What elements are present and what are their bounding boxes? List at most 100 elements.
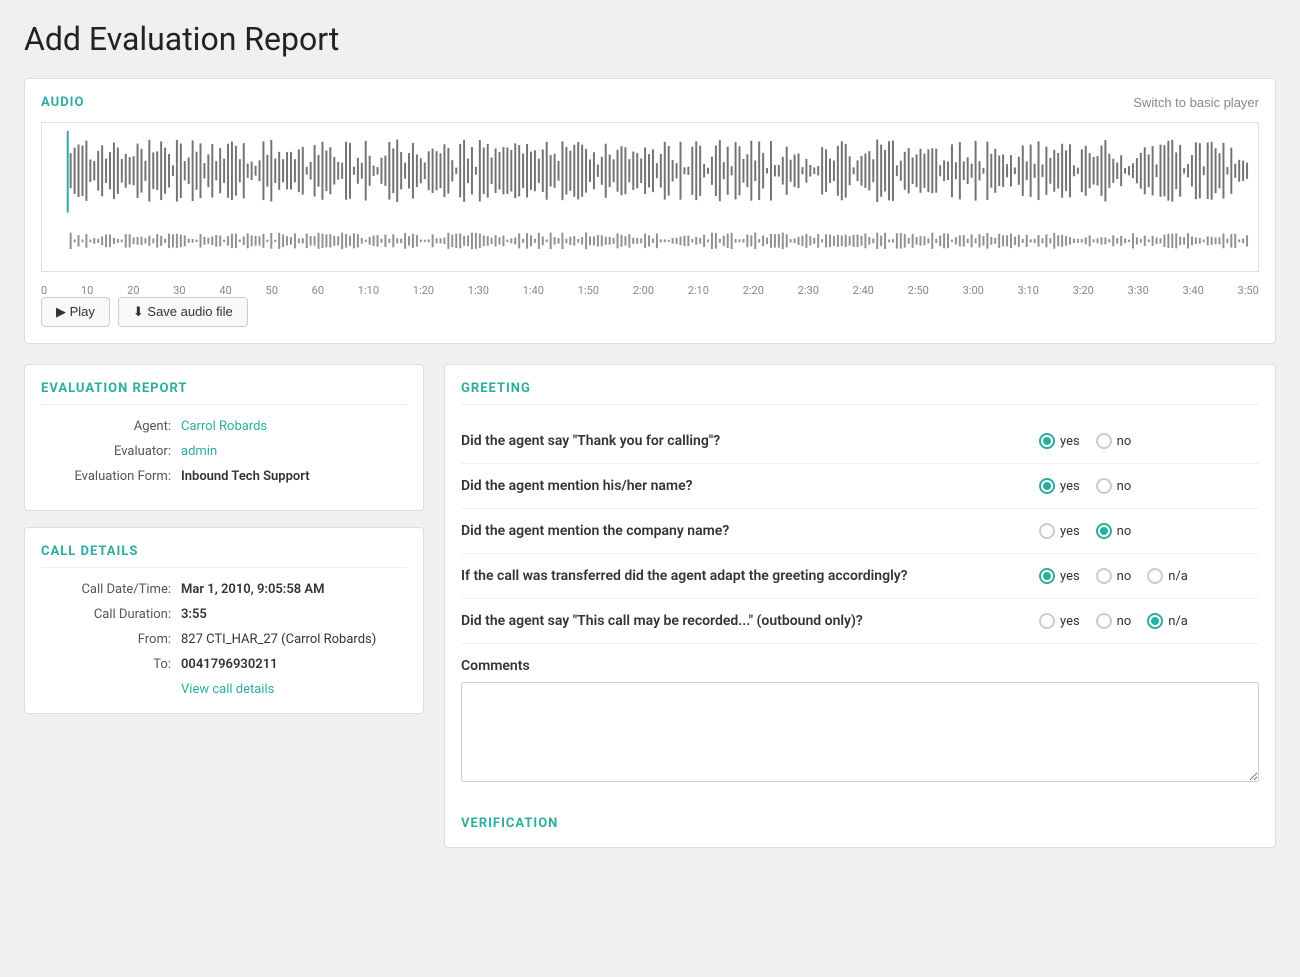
verification-title: VERIFICATION: [461, 816, 1259, 831]
question-row: Did the agent say "Thank you for calling…: [461, 419, 1259, 464]
radio-label: yes: [1060, 434, 1080, 449]
radio-circle: [1096, 568, 1112, 584]
radio-option-yes[interactable]: yes: [1039, 478, 1080, 494]
question-text-1: Did the agent mention his/her name?: [461, 478, 1039, 494]
radio-circle: [1096, 478, 1112, 494]
radio-option-n/a[interactable]: n/a: [1147, 568, 1188, 584]
radio-label: n/a: [1168, 569, 1188, 584]
call-from-value: 827 CTI_HAR_27 (Carrol Robards): [181, 632, 376, 647]
timeline-label: 1:50: [578, 284, 599, 297]
radio-option-yes[interactable]: yes: [1039, 613, 1080, 629]
timeline-label: 3:10: [1018, 284, 1039, 297]
radio-group-0: yes no: [1039, 433, 1259, 449]
call-details-card: CALL DETAILS Call Date/Time: Mar 1, 2010…: [24, 527, 424, 714]
timeline-label: 2:30: [798, 284, 819, 297]
radio-option-yes[interactable]: yes: [1039, 568, 1080, 584]
comments-textarea[interactable]: [461, 682, 1259, 782]
timeline-label: 60: [312, 284, 324, 297]
timeline: 01020304050601:101:201:301:401:502:002:1…: [41, 284, 1259, 297]
greeting-title: GREETING: [461, 381, 1259, 405]
radio-circle: [1039, 433, 1055, 449]
radio-option-no[interactable]: no: [1096, 523, 1132, 539]
question-text-4: Did the agent say "This call may be reco…: [461, 613, 1039, 629]
timeline-label: 20: [127, 284, 139, 297]
timeline-label: 2:20: [743, 284, 764, 297]
audio-section-title: AUDIO: [41, 95, 84, 110]
evaluator-value[interactable]: admin: [181, 444, 217, 459]
call-duration-value: 3:55: [181, 607, 207, 622]
radio-group-4: yes no n/a: [1039, 613, 1259, 629]
evaluation-report-card: EVALUATION REPORT Agent: Carrol Robards …: [24, 364, 424, 511]
radio-circle: [1096, 523, 1112, 539]
timeline-label: 3:00: [963, 284, 984, 297]
question-row: Did the agent mention his/her name? yes no: [461, 464, 1259, 509]
call-date-row: Call Date/Time: Mar 1, 2010, 9:05:58 AM: [41, 582, 407, 597]
from-number: 827 CTI_HAR_27 (: [181, 632, 286, 647]
radio-option-no[interactable]: no: [1096, 568, 1132, 584]
switch-player-button[interactable]: Switch to basic player: [1133, 95, 1259, 110]
right-panel: GREETING Did the agent say "Thank you fo…: [444, 364, 1276, 848]
radio-option-no[interactable]: no: [1096, 433, 1132, 449]
question-text-3: If the call was transferred did the agen…: [461, 568, 1039, 584]
timeline-label: 1:20: [413, 284, 434, 297]
questions-container: Did the agent say "Thank you for calling…: [461, 419, 1259, 644]
question-row: Did the agent mention the company name?y…: [461, 509, 1259, 554]
page-container: Add Evaluation Report AUDIO Switch to ba…: [0, 0, 1300, 868]
radio-option-no[interactable]: no: [1096, 478, 1132, 494]
radio-circle: [1096, 613, 1112, 629]
audio-section: AUDIO Switch to basic player 01020304050…: [24, 78, 1276, 344]
timeline-label: 3:30: [1128, 284, 1149, 297]
audio-controls: ▶ Play ⬇ Save audio file: [41, 297, 1259, 327]
timeline-label: 2:40: [853, 284, 874, 297]
evaluation-report-title: EVALUATION REPORT: [41, 381, 407, 405]
timeline-label: 3:20: [1073, 284, 1094, 297]
radio-circle: [1096, 433, 1112, 449]
agent-label: Agent:: [41, 419, 171, 434]
radio-group-2: yes no: [1039, 523, 1259, 539]
play-button[interactable]: ▶ Play: [41, 297, 110, 327]
comments-section: Comments: [461, 644, 1259, 800]
call-to-label: To:: [41, 657, 171, 672]
save-audio-button[interactable]: ⬇ Save audio file: [118, 297, 248, 327]
radio-circle: [1039, 568, 1055, 584]
question-row: Did the agent say "This call may be reco…: [461, 599, 1259, 644]
question-text-0: Did the agent say "Thank you for calling…: [461, 433, 1039, 449]
form-label: Evaluation Form:: [41, 469, 171, 484]
radio-option-no[interactable]: no: [1096, 613, 1132, 629]
radio-circle: [1039, 613, 1055, 629]
radio-circle: [1147, 568, 1163, 584]
call-duration-label: Call Duration:: [41, 607, 171, 622]
radio-option-n/a[interactable]: n/a: [1147, 613, 1188, 629]
call-from-label: From:: [41, 632, 171, 647]
call-duration-row: Call Duration: 3:55: [41, 607, 407, 622]
radio-label: yes: [1060, 524, 1080, 539]
radio-label: yes: [1060, 614, 1080, 629]
comments-label: Comments: [461, 658, 1259, 674]
radio-group-3: yes no n/a: [1039, 568, 1259, 584]
timeline-label: 0: [41, 284, 47, 297]
radio-group-1: yes no: [1039, 478, 1259, 494]
radio-option-yes[interactable]: yes: [1039, 433, 1080, 449]
radio-label: no: [1117, 569, 1132, 584]
main-content: EVALUATION REPORT Agent: Carrol Robards …: [24, 364, 1276, 848]
timeline-label: 1:10: [358, 284, 379, 297]
radio-label: no: [1117, 524, 1132, 539]
timeline-label: 3:40: [1183, 284, 1204, 297]
call-date-value: Mar 1, 2010, 9:05:58 AM: [181, 582, 324, 597]
agent-row: Agent: Carrol Robards: [41, 419, 407, 434]
from-name-link[interactable]: Carrol Robards: [286, 632, 372, 647]
radio-option-yes[interactable]: yes: [1039, 523, 1080, 539]
waveform-svg: [50, 131, 1250, 267]
call-details-title: CALL DETAILS: [41, 544, 407, 568]
radio-label: yes: [1060, 479, 1080, 494]
view-call-details-link[interactable]: View call details: [181, 682, 407, 697]
call-date-label: Call Date/Time:: [41, 582, 171, 597]
timeline-label: 30: [173, 284, 185, 297]
timeline-label: 40: [219, 284, 231, 297]
timeline-label: 2:10: [688, 284, 709, 297]
call-from-row: From: 827 CTI_HAR_27 (Carrol Robards): [41, 632, 407, 647]
timeline-label: 10: [81, 284, 93, 297]
radio-label: yes: [1060, 569, 1080, 584]
agent-value[interactable]: Carrol Robards: [181, 419, 267, 434]
call-to-row: To: 0041796930211: [41, 657, 407, 672]
